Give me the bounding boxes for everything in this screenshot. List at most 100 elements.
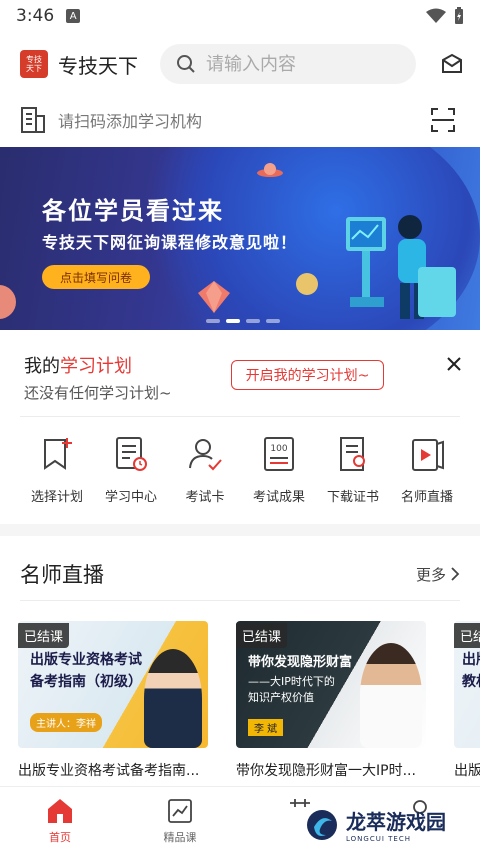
logo-text: 专技天下 [26, 55, 42, 73]
app-header: 专技天下 专技天下 [0, 40, 480, 88]
home-icon [48, 799, 72, 823]
svg-text:100: 100 [270, 444, 287, 454]
entry-label: 学习中心 [104, 490, 157, 505]
entry-label: 考试卡 [185, 490, 225, 505]
speaker-photo [144, 649, 202, 748]
tab-label: 精品课 [163, 831, 197, 844]
promo-banner[interactable]: 各位学员看过来 专技天下网征询课程修改意见啦！ 点击填写问卷 [0, 147, 480, 330]
entry-label: 下载证书 [326, 490, 379, 505]
plan-subtitle: 还没有任何学习计划~ [24, 384, 172, 402]
org-scan-row[interactable]: 请扫码添加学习机构 [0, 96, 480, 144]
banner-illustration [346, 215, 456, 319]
entry-study-center[interactable]: 学习中心 [94, 434, 168, 514]
entry-exam-card[interactable]: 考试卡 [168, 434, 242, 514]
tab-label: 首页 [49, 831, 71, 844]
live-status-tag: 已结课 [18, 623, 70, 648]
entry-download-cert[interactable]: 下载证书 [316, 434, 390, 514]
banner-headline-text: 各位学员看过来 [42, 197, 224, 225]
live-status-tag: 已结 [454, 623, 480, 648]
banner-dot[interactable] [266, 319, 280, 323]
building-icon [21, 107, 45, 133]
watermark-text-block: 龙萃游戏园 LONGCUI TECH [346, 806, 446, 843]
app-title: 专技天下 [58, 53, 138, 78]
entry-label: 考试成果 [252, 490, 305, 505]
poster-speaker: 李 斌 [248, 719, 284, 736]
poster-line1: 出版专业资格考试 [30, 652, 142, 668]
survey-button[interactable]: 点击填写问卷 [42, 265, 150, 289]
plan-title-prefix: 我的 [24, 356, 60, 377]
poster-line2: 教材 [462, 674, 480, 690]
live-card-carousel[interactable]: 出版专业资格考试 备考指南（初级） 主讲人：李祥 已结课 出版专业资格考试备考指… [18, 621, 480, 781]
quick-entry-grid: 选择计划 学习中心 考试卡 100 考试成果 下载证书 名师直播 [20, 434, 470, 514]
close-icon[interactable] [444, 354, 464, 374]
learning-plan-section: 我的学习计划 还没有任何学习计划~ 开启我的学习计划~ [0, 340, 480, 414]
watermark-text: 龙萃游戏园 [346, 810, 446, 834]
list-clock-icon [116, 437, 147, 471]
more-label: 更多 [415, 565, 446, 584]
banner-planet-left [0, 285, 16, 319]
poster-line1: 带你发现隐形财富 [248, 655, 353, 670]
entry-teacher-live[interactable]: 名师直播 [390, 434, 464, 514]
entry-select-plan[interactable]: 选择计划 [20, 434, 94, 514]
divider [20, 600, 460, 601]
start-plan-button[interactable]: 开启我的学习计划~ [231, 360, 384, 390]
banner-dot-active[interactable] [226, 319, 240, 323]
certificate-icon [340, 437, 365, 471]
watermark-sub: LONGCUI TECH [346, 835, 411, 843]
entry-exam-results[interactable]: 100 考试成果 [242, 434, 316, 514]
live-card-poster: 带你发现隐形财富 ——大IP时代下的 知识产权价值 李 斌 已结课 [236, 621, 426, 748]
chevron-right-icon [451, 567, 460, 581]
poster-line2: 备考指南（初级） [30, 674, 142, 690]
banner-pagination[interactable] [206, 319, 280, 323]
message-box-icon[interactable] [440, 52, 464, 76]
tab-home[interactable]: 首页 [0, 787, 120, 854]
watermark-logo: 龙萃游戏园 LONGCUI TECH [304, 806, 446, 843]
entry-label: 选择计划 [30, 490, 83, 505]
live-section-title: 名师直播 [20, 563, 104, 587]
banner-diamond [198, 281, 230, 313]
status-time: 3:46 [16, 6, 55, 26]
poster-line1: 出版 [462, 652, 480, 668]
search-icon [177, 55, 195, 73]
search-bar[interactable] [160, 44, 416, 84]
banner-dot[interactable] [246, 319, 260, 323]
plan-title-highlight: 学习计划 [60, 356, 132, 377]
play-video-icon [412, 439, 444, 471]
status-bar: 3:46 A [0, 0, 480, 32]
status-icons [426, 7, 464, 25]
notification-badge: A [66, 9, 81, 23]
scan-icon[interactable] [430, 107, 456, 133]
live-card-title: 带你发现隐形财富一大IP时... [236, 763, 416, 779]
watermark-swirl-icon [307, 809, 337, 840]
battery-icon [455, 7, 463, 24]
live-card[interactable]: 出版专业资格考试 备考指南（初级） 主讲人：李祥 已结课 出版专业资格考试备考指… [18, 621, 208, 780]
live-card[interactable]: 出版 教材 已结 出版 [454, 621, 480, 780]
user-check-icon [189, 439, 222, 471]
score-100-icon: 100 [264, 437, 294, 471]
bookmark-plus-icon [44, 438, 72, 470]
poster-line2: ——大IP时代下的 [248, 675, 335, 688]
more-link[interactable]: 更多 [416, 564, 460, 585]
search-input[interactable] [206, 53, 396, 75]
live-status-tag: 已结课 [236, 623, 288, 648]
poster-speaker: 主讲人：李祥 [30, 713, 102, 732]
plan-title: 我的学习计划 [24, 352, 132, 378]
live-card-poster: 出版 教材 已结 [454, 621, 480, 748]
section-separator [0, 524, 480, 536]
live-card-poster: 出版专业资格考试 备考指南（初级） 主讲人：李祥 已结课 [18, 621, 208, 748]
banner-dot[interactable] [206, 319, 220, 323]
banner-ufo [257, 163, 283, 177]
wifi-icon [426, 8, 446, 23]
divider [20, 416, 460, 417]
live-card[interactable]: 带你发现隐形财富 ——大IP时代下的 知识产权价值 李 斌 已结课 带你发现隐形… [236, 621, 426, 780]
banner-subline: 专技天下网征询课程修改意见啦！ [42, 233, 298, 252]
live-card-title: 出版 [454, 763, 480, 779]
live-card-title: 出版专业资格考试备考指南... [18, 763, 200, 779]
banner-planet-right [296, 273, 318, 295]
org-scan-label: 请扫码添加学习机构 [58, 112, 203, 131]
chart-board-icon [168, 799, 192, 823]
speaker-photo [360, 643, 422, 748]
tab-premium-courses[interactable]: 精品课 [120, 787, 240, 854]
poster-line3: 知识产权价值 [248, 691, 314, 704]
entry-label: 名师直播 [400, 490, 453, 505]
